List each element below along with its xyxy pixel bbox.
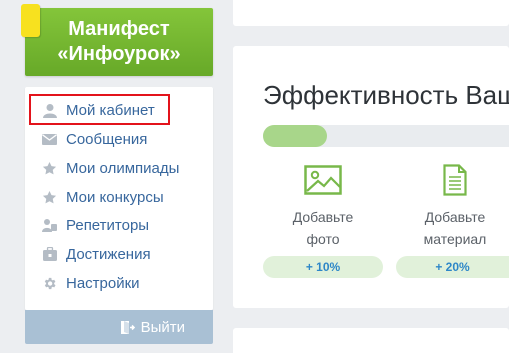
manifest-line2: «Инфоурок» [57,43,181,65]
star-icon [41,160,58,177]
sidebar-item-label: Мои конкурсы [66,188,164,206]
bottom-panel [233,328,509,353]
envelope-icon [41,131,58,148]
sidebar-item-label: Настройки [66,274,140,292]
action-label-line2: материал [423,231,487,247]
sidebar-item-label: Репетиторы [66,216,150,234]
add-material-action[interactable]: Добавьте материал [395,160,509,250]
logout-label: Выйти [140,318,185,336]
sidebar-item-messages[interactable]: Сообщения [41,129,147,149]
manifest-banner[interactable]: Манифест «Инфоурок» [25,8,213,76]
bookmark-tag-icon [21,4,40,37]
logout-icon [120,320,135,335]
add-photo-action[interactable]: Добавьте фото [263,160,383,250]
sidebar-item-label: Мои олимпиады [66,159,180,177]
image-icon [263,160,383,200]
sidebar-item-contests[interactable]: Мои конкурсы [41,187,164,207]
sidebar-item-label: Сообщения [66,130,148,148]
progress-fill [263,125,327,147]
action-label-line1: Добавьте [424,209,486,225]
effectiveness-title: Эффективность Ваш [263,80,509,110]
action-label-line1: Добавьте [292,209,354,225]
bonus-badge-material: + 20% [396,256,509,278]
star-icon [41,189,58,206]
sidebar-item-tutors[interactable]: Репетиторы [41,215,149,235]
gear-icon [41,275,58,292]
highlight-box [29,94,170,125]
bonus-badge-photo: + 10% [263,256,383,278]
briefcase-icon [41,246,58,263]
action-label-line2: фото [306,231,340,247]
sidebar-item-olympiads[interactable]: Мои олимпиады [41,158,179,178]
logout-button[interactable]: Выйти [25,310,213,344]
sidebar-item-label: Достижения [66,245,151,263]
tutor-icon [41,217,58,234]
top-panel [233,0,509,26]
sidebar-item-achievements[interactable]: Достижения [41,244,151,264]
document-icon [395,160,509,200]
sidebar-item-settings[interactable]: Настройки [41,273,140,293]
manifest-line1: Манифест [68,18,170,40]
